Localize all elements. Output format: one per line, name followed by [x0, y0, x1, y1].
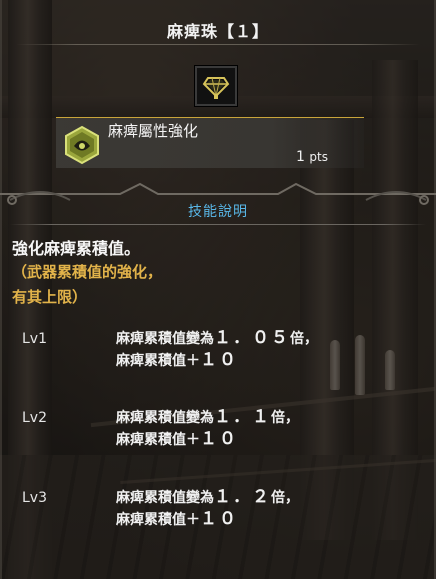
- note-line: 有其上限）: [12, 288, 88, 306]
- level-label: Lv2: [22, 410, 47, 426]
- skill-description-header: 技能說明: [188, 204, 248, 220]
- level-label: Lv1: [22, 331, 47, 347]
- decoration-title: 麻痺珠【１】: [166, 22, 269, 41]
- note-line: （武器累積值的強化，: [12, 263, 163, 281]
- skill-points-value: 1: [296, 149, 305, 165]
- title-divider: [16, 44, 420, 45]
- level-effect: 麻痺累積值變為１．０５倍， 麻痺累積值＋１０: [116, 328, 318, 372]
- level-effect-line: 麻痺累積值＋１０: [116, 429, 238, 449]
- skill-name: 麻痺屬性強化: [108, 122, 199, 140]
- level-effect: 麻痺累積值變為１．２倍， 麻痺累積值＋１０: [116, 487, 299, 531]
- skill-description-main: 強化麻痺累積值。: [12, 239, 141, 258]
- skill-points-unit: pts: [309, 150, 328, 164]
- skill-description-note: （武器累積值的強化， 有其上限）: [12, 260, 332, 310]
- level-effect-line: 麻痺累積值變為１．２倍，: [116, 487, 299, 507]
- paralysis-skill-hex-icon: [62, 125, 102, 165]
- skill-points: 1 pts: [296, 149, 328, 165]
- level-effect-line: 麻痺累積值變為１．０５倍，: [116, 328, 318, 348]
- level-label: Lv3: [22, 490, 47, 506]
- decoration-detail-panel: 麻痺珠【１】 麻痺屬性強化 1 pts 技能說明 強化麻痺累積值。 （武器累積值…: [0, 0, 436, 579]
- level-effect-line: 麻痺累積值變為１．１倍，: [116, 407, 299, 427]
- description-divider: [10, 224, 426, 225]
- level-effect: 麻痺累積值變為１．１倍， 麻痺累積值＋１０: [116, 407, 299, 451]
- diamond-gem-icon: [195, 66, 237, 106]
- level-effect-line: 麻痺累積值＋１０: [116, 350, 238, 370]
- level-effect-line: 麻痺累積值＋１０: [116, 509, 238, 529]
- panel-left-border: [0, 0, 2, 579]
